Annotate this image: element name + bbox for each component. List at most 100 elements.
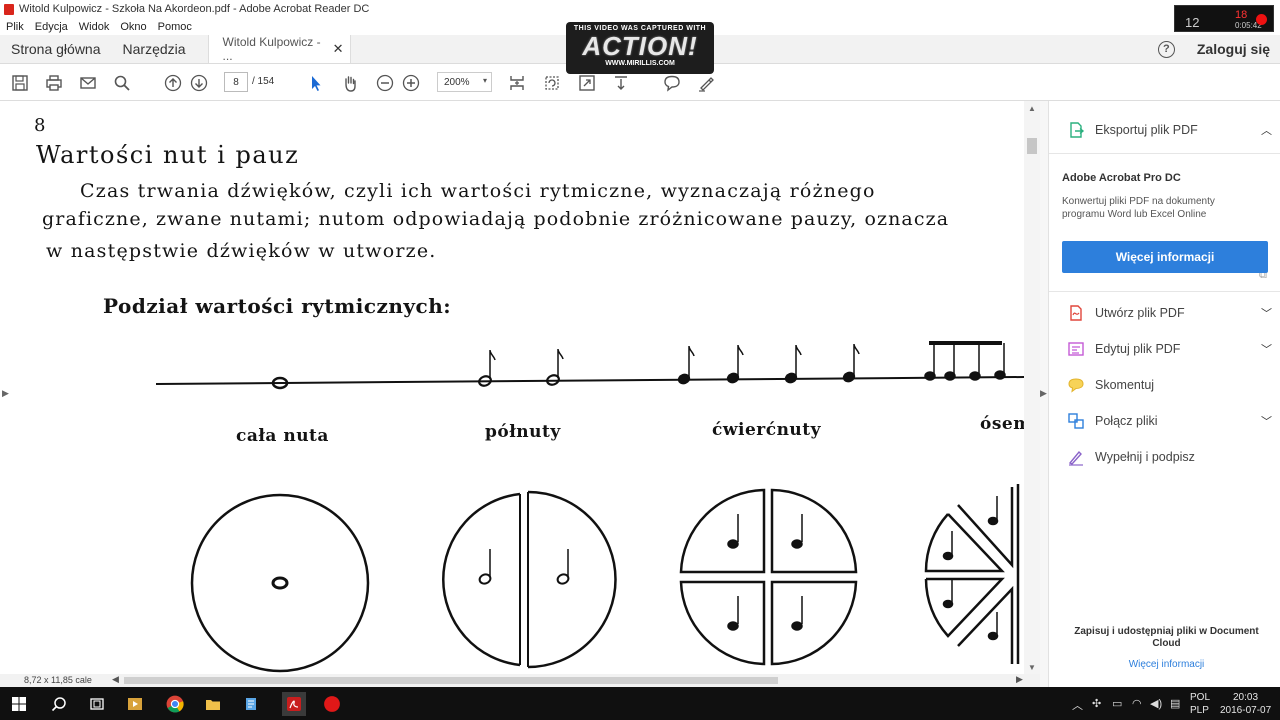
comment-item[interactable]: Skomentuj <box>1067 376 1272 394</box>
section-title: Wartości nut i pauz <box>36 141 300 169</box>
document-cloud-text: Zapisuj i udostępniaj pliki w Document C… <box>1074 626 1259 649</box>
action-watermark: THIS VIDEO WAS CAPTURED WITH ACTION! WWW… <box>566 22 714 74</box>
tab-document[interactable]: Witold Kulpowicz - ... ✕ <box>207 35 351 63</box>
mail-icon[interactable] <box>78 73 98 93</box>
scroll-down-arrow-icon[interactable]: ▼ <box>1028 663 1036 672</box>
collapse-panel-arrow-icon[interactable]: ▶ <box>1040 388 1047 399</box>
chevron-down-icon[interactable]: ﹀ <box>1261 305 1272 321</box>
export-pdf-item[interactable]: Eksportuj plik PDF ︿ <box>1067 121 1272 139</box>
taskbar: ︿ ✣ ▭ ◠ ◀) ▤ POL PLP 20:03 2016-07-07 <box>0 687 1280 720</box>
recorder-fps: 18 <box>1235 9 1248 21</box>
horizontal-scroll-thumb[interactable] <box>124 677 778 684</box>
full-screen-icon[interactable] <box>577 73 597 93</box>
product-name: Adobe Acrobat Pro DC <box>1062 172 1181 184</box>
media-player-icon[interactable] <box>124 693 146 715</box>
fill-sign-label: Wypełnij i podpisz <box>1095 450 1195 464</box>
scroll-left-arrow-icon[interactable]: ◀ <box>112 674 119 685</box>
chevron-down-icon[interactable]: ﹀ <box>1261 413 1272 429</box>
window-title-bar: Witold Kulpowicz - Szkoła Na Akordeon.pd… <box>0 0 1280 18</box>
tray-chevron-up-icon[interactable]: ︿ <box>1072 697 1083 713</box>
wifi-icon[interactable]: ◠ <box>1132 697 1142 710</box>
more-info-button[interactable]: Więcej informacji <box>1062 241 1268 273</box>
tab-document-label: Witold Kulpowicz - ... <box>222 35 321 63</box>
tray-app-icon[interactable]: ✣ <box>1092 697 1101 710</box>
edit-pdf-label: Edytuj plik PDF <box>1095 342 1181 356</box>
search-icon[interactable] <box>48 693 70 715</box>
edit-pdf-item[interactable]: Edytuj plik PDF ﹀ <box>1067 340 1272 358</box>
zoom-in-icon[interactable] <box>401 73 421 93</box>
label-half-notes: półnuty <box>485 422 561 442</box>
create-pdf-item[interactable]: Utwórz plik PDF ﹀ <box>1067 304 1272 322</box>
menu-window[interactable]: Okno <box>120 21 146 33</box>
previous-page-icon[interactable] <box>163 73 183 93</box>
clock-time[interactable]: 20:03 <box>1233 692 1258 703</box>
scroll-mode-icon[interactable] <box>611 73 631 93</box>
vertical-scrollbar[interactable]: ▲ ▼ <box>1024 101 1040 674</box>
notepad-icon[interactable] <box>240 693 262 715</box>
page-number-input[interactable]: 8 <box>224 72 248 92</box>
combine-files-label: Połącz pliki <box>1095 414 1158 428</box>
combine-files-icon <box>1067 412 1085 430</box>
chevron-down-icon[interactable]: ﹀ <box>1261 341 1272 357</box>
comment-icon[interactable] <box>662 73 682 93</box>
create-pdf-icon <box>1067 304 1085 322</box>
chevron-up-icon[interactable]: ︿ <box>1261 122 1272 138</box>
tab-home[interactable]: Strona główna <box>0 35 112 63</box>
comment-label: Skomentuj <box>1095 378 1155 392</box>
window-title: Witold Kulpowicz - Szkoła Na Akordeon.pd… <box>19 3 370 15</box>
menu-file[interactable]: Plik <box>6 21 24 33</box>
export-pdf-icon <box>1067 121 1085 139</box>
search-icon[interactable] <box>112 73 132 93</box>
select-cursor-icon[interactable] <box>306 73 326 93</box>
next-page-icon[interactable] <box>189 73 209 93</box>
tools-pane: Eksportuj plik PDF ︿ ⧉ Adobe Acrobat Pro… <box>1048 101 1280 687</box>
recorder-overlay: 12 18 0:05:42 <box>1174 5 1274 32</box>
hand-tool-icon[interactable] <box>340 73 360 93</box>
scroll-right-arrow-icon[interactable]: ▶ <box>1016 674 1023 685</box>
acrobat-app-icon <box>4 3 14 15</box>
menu-help[interactable]: Pomoc <box>158 21 192 33</box>
fill-sign-item[interactable]: Wypełnij i podpisz <box>1067 448 1272 466</box>
login-button[interactable]: Zaloguj się <box>1197 41 1270 57</box>
document-cloud-link[interactable]: Więcej informacji <box>1064 659 1269 670</box>
watermark-url: WWW.MIRILLIS.COM <box>605 60 675 67</box>
windows-start-icon[interactable] <box>8 693 30 715</box>
scroll-thumb[interactable] <box>1027 138 1037 154</box>
action-center-icon[interactable]: ▤ <box>1170 697 1180 710</box>
help-icon[interactable]: ? <box>1157 40 1175 58</box>
create-pdf-label: Utwórz plik PDF <box>1095 306 1185 320</box>
highlight-pen-icon[interactable] <box>696 73 716 93</box>
edit-pdf-icon <box>1067 340 1085 358</box>
menu-edit[interactable]: Edycja <box>35 21 68 33</box>
close-icon[interactable]: ✕ <box>333 41 344 57</box>
fit-page-icon[interactable] <box>507 73 527 93</box>
body-line-2: graficzne, zwane nutami; nutom odpowiada… <box>42 208 950 230</box>
tab-tools[interactable]: Narzędzia <box>112 35 197 63</box>
body-line-3: w następstwie dźwięków w utworze. <box>46 240 437 262</box>
chrome-icon[interactable] <box>164 693 186 715</box>
print-icon[interactable] <box>44 73 64 93</box>
status-bar: 8,72 x 11,85 cale ◀ ▶ <box>0 674 1040 687</box>
zoom-out-icon[interactable] <box>375 73 395 93</box>
label-whole-note: cała nuta <box>236 426 329 446</box>
save-icon[interactable] <box>10 73 30 93</box>
menu-view[interactable]: Widok <box>79 21 110 33</box>
acrobat-taskbar-icon[interactable] <box>282 692 306 716</box>
rotate-icon[interactable] <box>542 73 562 93</box>
zoom-select[interactable]: 200% ▾ <box>437 72 492 92</box>
task-view-icon[interactable] <box>86 693 108 715</box>
scroll-up-arrow-icon[interactable]: ▲ <box>1028 104 1036 113</box>
volume-icon[interactable]: ◀) <box>1150 697 1162 710</box>
left-panel-arrow-icon[interactable]: ▶ <box>2 388 9 399</box>
chevron-down-icon: ▾ <box>482 76 487 85</box>
language-top[interactable]: POL <box>1190 692 1210 703</box>
file-explorer-icon[interactable] <box>202 693 224 715</box>
clock-date[interactable]: 2016-07-07 <box>1220 705 1271 716</box>
language-bottom[interactable]: PLP <box>1190 705 1209 716</box>
panel-collapse-strip[interactable]: ▶ <box>1040 101 1048 687</box>
record-app-icon[interactable] <box>321 693 343 715</box>
product-description: Konwertuj pliki PDF na dokumenty program… <box>1062 196 1215 220</box>
network-icon[interactable]: ▭ <box>1112 697 1122 710</box>
combine-files-item[interactable]: Połącz pliki ﹀ <box>1067 412 1272 430</box>
record-dot-icon <box>1256 14 1267 25</box>
